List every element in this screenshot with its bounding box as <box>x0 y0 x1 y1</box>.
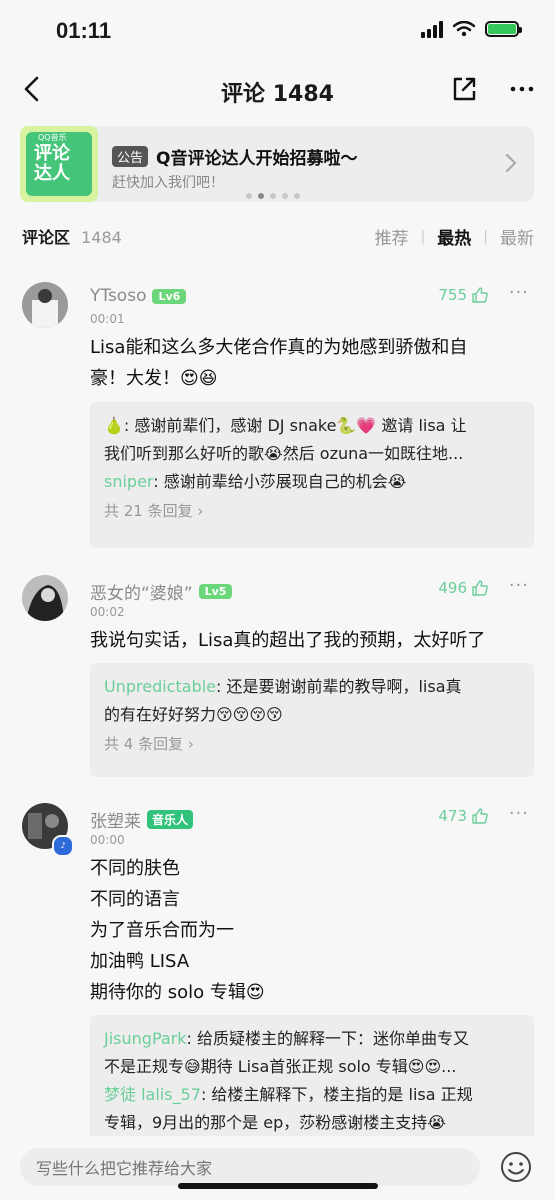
home-indicator <box>178 1183 378 1189</box>
comment-more-icon[interactable]: ··· <box>509 803 529 824</box>
thumbs-up-icon <box>472 808 488 824</box>
reply-line: 不是正规专😅期待 Lisa首张正规 solo 专辑😍😍... <box>104 1057 457 1076</box>
notice-subtitle: 赶快加入我们吧！ <box>112 175 224 191</box>
section-count: 1484 <box>81 228 122 247</box>
thumbs-up-icon <box>472 287 488 303</box>
level-badge: Lv6 <box>152 288 187 304</box>
level-badge: Lv5 <box>198 584 233 599</box>
username[interactable]: 恶女的“婆娘” <box>90 579 193 604</box>
status-bar: 01:11 <box>0 0 555 62</box>
comment-input[interactable] <box>34 1148 468 1188</box>
signal-icon <box>421 20 443 38</box>
comment-time: 00:02 <box>90 605 125 619</box>
reply-line: Unpredictable: 还是要谢谢前辈的教导啊，lisa真 <box>104 677 462 696</box>
banner-image-tag: QQ音乐 <box>38 133 67 142</box>
share-icon[interactable] <box>449 74 479 104</box>
reply-line: 🍐: 感谢前辈们，感谢 DJ snake🐍💗 邀请 lisa 让 <box>104 416 467 435</box>
reply-count[interactable]: 共 21 条回复 › <box>104 500 520 521</box>
avatar[interactable] <box>22 575 68 621</box>
notice-badge: 公告 <box>112 146 149 167</box>
reply-box[interactable]: JisungPark: 给质疑楼主的解释一下：迷你单曲专又 不是正规专😅期待 L… <box>90 1015 534 1147</box>
reply-line: 梦徒 lalis_57: 给楼主解释下，楼主指的是 lisa 正规 <box>104 1085 473 1104</box>
status-time: 01:11 <box>56 18 112 43</box>
comment-text: 不同的肤色 不同的语言 为了音乐合而为一 加油鸭 LISA 期待你的 solo … <box>90 858 265 1003</box>
like-button[interactable]: 496 <box>438 579 489 597</box>
comment-more-icon[interactable]: ··· <box>509 282 529 303</box>
avatar[interactable] <box>22 282 68 328</box>
like-count: 473 <box>438 807 467 825</box>
reply-line: 专辑，9月出的那个是 ep，莎粉感谢楼主支持😭 <box>104 1113 446 1132</box>
reply-box[interactable]: Unpredictable: 还是要谢谢前辈的教导啊，lisa真 的有在好好努力… <box>90 663 534 777</box>
verified-badge-icon: ♪ <box>52 835 74 857</box>
reply-line: JisungPark: 给质疑楼主的解释一下：迷你单曲专又 <box>104 1029 469 1048</box>
username[interactable]: 张塑莱 <box>90 807 141 832</box>
more-icon[interactable] <box>507 74 537 104</box>
comment-section-header: 评论区 1484 推荐 | 最热 | 最新 <box>22 224 534 250</box>
reply-line: 的有在好好努力😚😚😚😚 <box>104 705 283 724</box>
reply-line: sniper: 感谢前辈给小莎展现自己的机会😭 <box>104 472 407 491</box>
reply-line: 我们听到那么好听的歌😭然后 ozuna一如既往地... <box>104 444 464 463</box>
battery-icon <box>485 21 522 37</box>
sort-recommend[interactable]: 推荐 <box>375 224 409 249</box>
comment-time: 00:01 <box>90 312 125 326</box>
like-button[interactable]: 473 <box>438 807 489 825</box>
username[interactable]: YTsoso <box>90 286 146 306</box>
like-count: 496 <box>438 579 467 597</box>
comment-text: Lisa能和这么多大佬合作真的为她感到骄傲和自 豪！大发！😍😆 <box>90 337 468 389</box>
comment-time: 00:00 <box>90 833 125 847</box>
musician-badge: 音乐人 <box>147 810 194 829</box>
like-count: 755 <box>438 286 467 304</box>
banner-image: QQ音乐 评论 达人 <box>20 126 98 202</box>
status-icons <box>421 20 522 38</box>
thumbs-up-icon <box>472 580 488 596</box>
top-nav: 评论 1484 <box>0 62 555 118</box>
emoji-icon[interactable] <box>499 1150 533 1184</box>
announcement-banner[interactable]: QQ音乐 评论 达人 公告 Q音评论达人开始招募啦～ 赶快加入我们吧！ <box>20 126 534 202</box>
sort-hot[interactable]: 最热 <box>437 224 471 249</box>
chevron-right-icon <box>505 153 517 173</box>
banner-image-text: 评论 达人 <box>34 143 70 184</box>
notice-title: Q音评论达人开始招募啦～ <box>156 149 358 169</box>
section-title: 评论区 <box>22 228 71 247</box>
like-button[interactable]: 755 <box>438 286 489 304</box>
wifi-icon <box>453 21 475 37</box>
reply-box[interactable]: 🍐: 感谢前辈们，感谢 DJ snake🐍💗 邀请 lisa 让 我们听到那么好… <box>90 402 534 548</box>
reply-count[interactable]: 共 4 条回复 › <box>104 733 520 754</box>
carousel-dots <box>246 193 300 199</box>
comment-more-icon[interactable]: ··· <box>509 575 529 596</box>
sort-tabs: 推荐 | 最热 | 最新 <box>375 224 534 250</box>
comment-input-container[interactable] <box>20 1148 480 1188</box>
sort-latest[interactable]: 最新 <box>500 224 534 249</box>
comment-text: 我说句实话，Lisa真的超出了我的预期，太好听了 <box>90 630 486 651</box>
